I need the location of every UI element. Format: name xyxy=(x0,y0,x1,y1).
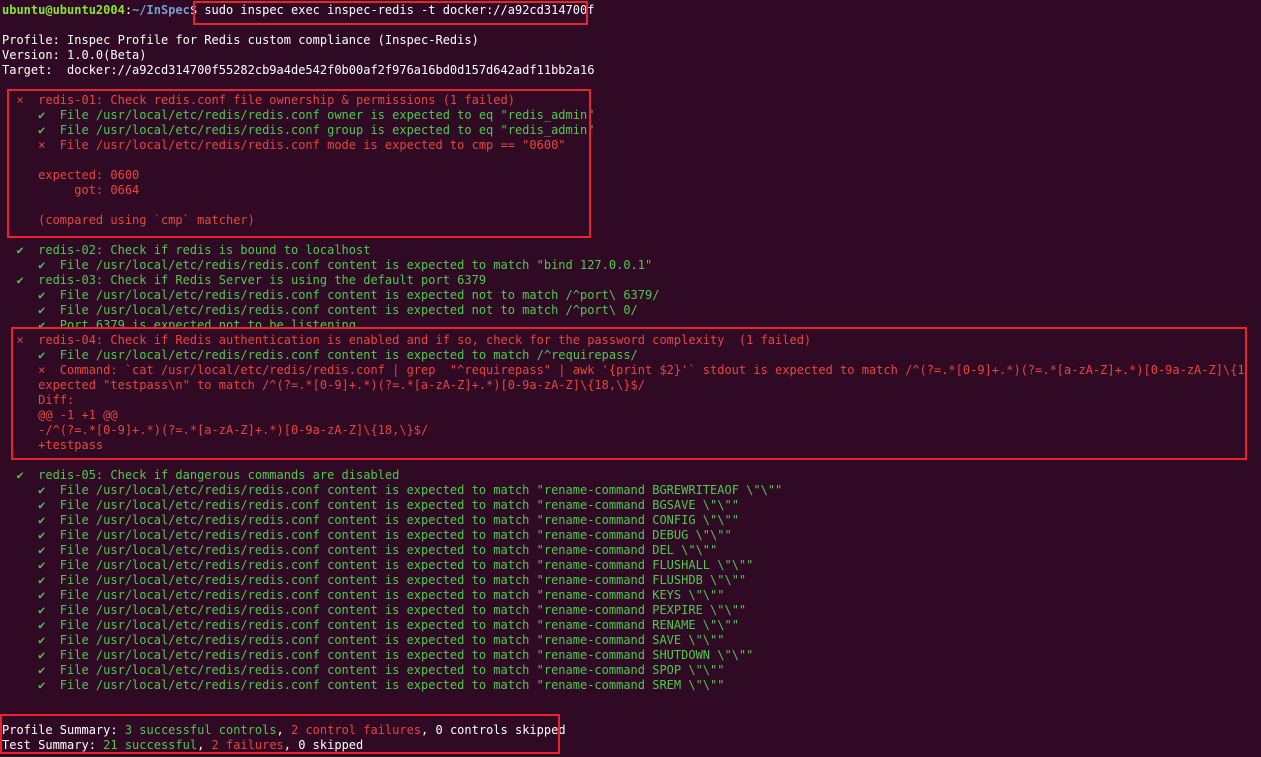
redis-04-highlight-box xyxy=(11,327,1247,460)
redis-05-result-line: ✔ File /usr/local/etc/redis/redis.conf c… xyxy=(2,513,739,528)
redis-05-result-line: ✔ File /usr/local/etc/redis/redis.conf c… xyxy=(2,663,724,678)
redis-05-result-line: ✔ File /usr/local/etc/redis/redis.conf c… xyxy=(2,483,782,498)
profile-target: Target: docker://a92cd314700f55282cb9a4d… xyxy=(2,63,595,77)
profile-version: Version: 1.0.0(Beta) xyxy=(2,48,147,62)
redis-05-result-line: ✔ File /usr/local/etc/redis/redis.conf c… xyxy=(2,603,746,618)
rename-command-pattern: "rename-command SAVE \"\"" xyxy=(536,633,725,647)
rename-command-pattern: "rename-command FLUSHDB \"\"" xyxy=(536,573,747,587)
control-redis-03-title: ✔ redis-03: Check if Redis Server is usi… xyxy=(2,273,487,287)
rename-command-pattern: "rename-command BGREWRITEAOF \"\"" xyxy=(536,483,783,497)
rename-command-pattern: "rename-command SPOP \"\"" xyxy=(536,663,725,677)
result-prefix: ✔ File /usr/local/etc/redis/redis.conf c… xyxy=(2,633,537,647)
control-redis-02-title: ✔ redis-02: Check if redis is bound to l… xyxy=(2,243,371,257)
redis-05-result-line: ✔ File /usr/local/etc/redis/redis.conf c… xyxy=(2,633,724,648)
redis-05-result-line: ✔ File /usr/local/etc/redis/redis.conf c… xyxy=(2,648,753,663)
prompt-path: ~/InSpec xyxy=(132,3,190,17)
redis-03-port-6379-result: ✔ File /usr/local/etc/redis/redis.conf c… xyxy=(2,288,660,302)
redis-05-result-line: ✔ File /usr/local/etc/redis/redis.conf c… xyxy=(2,618,739,633)
redis-03-listening-result: ✔ Port 6379 is expected not to be listen… xyxy=(2,318,357,327)
redis-01-highlight-box xyxy=(7,89,591,238)
redis-05-result-line: ✔ File /usr/local/etc/redis/redis.conf c… xyxy=(2,498,739,513)
redis-05-result-line: ✔ File /usr/local/etc/redis/redis.conf c… xyxy=(2,588,724,603)
redis-03-port-0-result: ✔ File /usr/local/etc/redis/redis.conf c… xyxy=(2,303,638,317)
prompt-user-host: ubuntu@ubuntu2004 xyxy=(2,3,125,17)
result-prefix: ✔ File /usr/local/etc/redis/redis.conf c… xyxy=(2,618,537,632)
redis-02-bind-result: ✔ File /usr/local/etc/redis/redis.conf c… xyxy=(2,258,653,272)
result-prefix: ✔ File /usr/local/etc/redis/redis.conf c… xyxy=(2,588,537,602)
result-prefix: ✔ File /usr/local/etc/redis/redis.conf c… xyxy=(2,663,537,677)
result-prefix: ✔ File /usr/local/etc/redis/redis.conf c… xyxy=(2,648,537,662)
result-prefix: ✔ File /usr/local/etc/redis/redis.conf c… xyxy=(2,603,537,617)
control-redis-05-title: ✔ redis-05: Check if dangerous commands … xyxy=(2,468,400,482)
redis-05-result-line: ✔ File /usr/local/etc/redis/redis.conf c… xyxy=(2,573,746,588)
summary-highlight-box xyxy=(0,714,560,754)
result-prefix: ✔ File /usr/local/etc/redis/redis.conf c… xyxy=(2,558,537,572)
prompt-colon: : xyxy=(124,3,133,17)
result-prefix: ✔ File /usr/local/etc/redis/redis.conf c… xyxy=(2,573,537,587)
redis-05-result-line: ✔ File /usr/local/etc/redis/redis.conf c… xyxy=(2,528,732,543)
rename-command-pattern: "rename-command FLUSHALL \"\"" xyxy=(536,558,754,572)
result-prefix: ✔ File /usr/local/etc/redis/redis.conf c… xyxy=(2,498,537,512)
rename-command-pattern: "rename-command RENAME \"\"" xyxy=(536,618,739,632)
rename-command-pattern: "rename-command BGSAVE \"\"" xyxy=(536,498,739,512)
result-prefix: ✔ File /usr/local/etc/redis/redis.conf c… xyxy=(2,513,537,527)
rename-command-pattern: "rename-command DEBUG \"\"" xyxy=(536,528,732,542)
command-highlight-box xyxy=(193,1,588,25)
terminal-window[interactable]: ubuntu@ubuntu2004:~/InSpec$ sudo inspec … xyxy=(0,0,1261,757)
redis-05-result-line: ✔ File /usr/local/etc/redis/redis.conf c… xyxy=(2,678,724,693)
rename-command-pattern: "rename-command KEYS \"\"" xyxy=(536,588,725,602)
rename-command-pattern: "rename-command CONFIG \"\"" xyxy=(536,513,739,527)
partially-hidden-line: ✔ Port 6379 is expected not to be listen… xyxy=(0,318,1261,327)
redis-05-result-line: ✔ File /usr/local/etc/redis/redis.conf c… xyxy=(2,543,717,558)
rename-command-pattern: "rename-command DEL \"\"" xyxy=(536,543,718,557)
redis-05-result-line: ✔ File /usr/local/etc/redis/redis.conf c… xyxy=(2,558,753,573)
rename-command-pattern: "rename-command SREM \"\"" xyxy=(536,678,725,692)
rename-command-pattern: "rename-command SHUTDOWN \"\"" xyxy=(536,648,754,662)
profile-name: Profile: Inspec Profile for Redis custom… xyxy=(2,33,479,47)
result-prefix: ✔ File /usr/local/etc/redis/redis.conf c… xyxy=(2,528,537,542)
result-prefix: ✔ File /usr/local/etc/redis/redis.conf c… xyxy=(2,543,537,557)
result-prefix: ✔ File /usr/local/etc/redis/redis.conf c… xyxy=(2,483,537,497)
result-prefix: ✔ File /usr/local/etc/redis/redis.conf c… xyxy=(2,678,537,692)
rename-command-pattern: "rename-command PEXPIRE \"\"" xyxy=(536,603,747,617)
